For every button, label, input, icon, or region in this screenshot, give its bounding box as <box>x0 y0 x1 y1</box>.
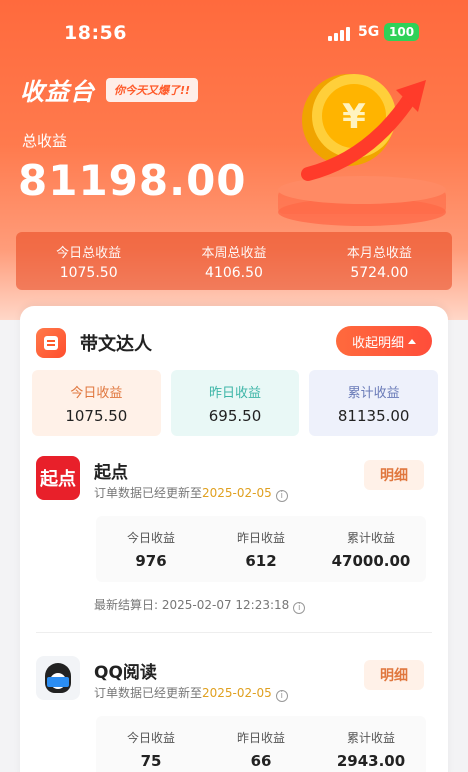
summary-cumulative: 累计收益 81135.00 <box>309 370 439 436</box>
brand-title: 收益台 <box>20 78 95 106</box>
period-month: 本月总收益 5724.00 <box>346 245 412 281</box>
info-icon[interactable]: i <box>275 490 288 502</box>
stat-cumulative: 累计收益 47000.00 <box>331 530 411 570</box>
status-time: 18:56 <box>64 22 127 44</box>
detail-button[interactable]: 明细 <box>364 460 424 490</box>
summary-today: 今日收益 1075.50 <box>32 370 161 436</box>
signal-icon <box>328 27 352 41</box>
qq-reading-logo-icon <box>36 656 80 700</box>
divider <box>36 632 432 633</box>
detail-button[interactable]: 明细 <box>364 660 424 690</box>
period-week: 本周总收益 4106.50 <box>201 245 267 281</box>
coin-growth-icon: ¥ <box>278 74 446 226</box>
triangle-up-icon <box>408 338 416 344</box>
stat-cumulative: 累计收益 2943.00 <box>336 730 406 770</box>
stat-today: 今日收益 75 <box>126 730 175 770</box>
settlement-date: 最新结算日: 2025-02-07 12:23:18 i <box>94 596 306 614</box>
stat-yesterday: 昨日收益 612 <box>236 530 285 570</box>
qidian-logo-icon: 起点 <box>36 456 80 500</box>
update-status: 订单数据已经更新至2025-02-05 i <box>94 684 288 702</box>
total-earnings-value: 81198.00 <box>18 156 247 205</box>
period-today: 今日总收益 1075.50 <box>56 245 122 281</box>
section-title: 带文达人 <box>80 334 152 355</box>
stat-yesterday: 昨日收益 66 <box>236 730 285 770</box>
info-icon[interactable]: i <box>275 690 288 702</box>
summary-yesterday: 昨日收益 695.50 <box>170 370 300 436</box>
earnings-card: 带文达人 收起明细 今日收益 1075.50 昨日收益 695.50 累计收益 … <box>20 306 448 772</box>
total-earnings-label: 总收益 <box>22 132 68 150</box>
slogan-badge: 你今天又爆了!! <box>106 78 199 102</box>
svg-text:¥: ¥ <box>342 97 366 137</box>
period-summary: 今日总收益 1075.50 本周总收益 4106.50 本月总收益 5724.0… <box>16 232 452 290</box>
platform-name: 起点 <box>94 463 128 483</box>
section-summary: 今日收益 1075.50 昨日收益 695.50 累计收益 81135.00 <box>32 370 439 436</box>
stat-today: 今日收益 976 <box>126 530 175 570</box>
platform-stats: 今日收益 75 昨日收益 66 累计收益 2943.00 <box>96 716 426 772</box>
header-banner: 18:56 5G 100 收益台 你今天又爆了!! 总收益 81198.00 ¥… <box>0 0 468 320</box>
platform-stats: 今日收益 976 昨日收益 612 累计收益 47000.00 <box>96 516 426 582</box>
document-icon <box>36 328 66 358</box>
collapse-details-button[interactable]: 收起明细 <box>336 326 432 356</box>
status-bar: 18:56 5G 100 <box>0 0 468 62</box>
info-icon[interactable]: i <box>293 602 306 614</box>
platform-name: QQ阅读 <box>94 663 157 683</box>
update-status: 订单数据已经更新至2025-02-05 i <box>94 484 288 502</box>
battery-icon: 100 <box>384 23 420 41</box>
network-label: 5G <box>358 24 380 40</box>
